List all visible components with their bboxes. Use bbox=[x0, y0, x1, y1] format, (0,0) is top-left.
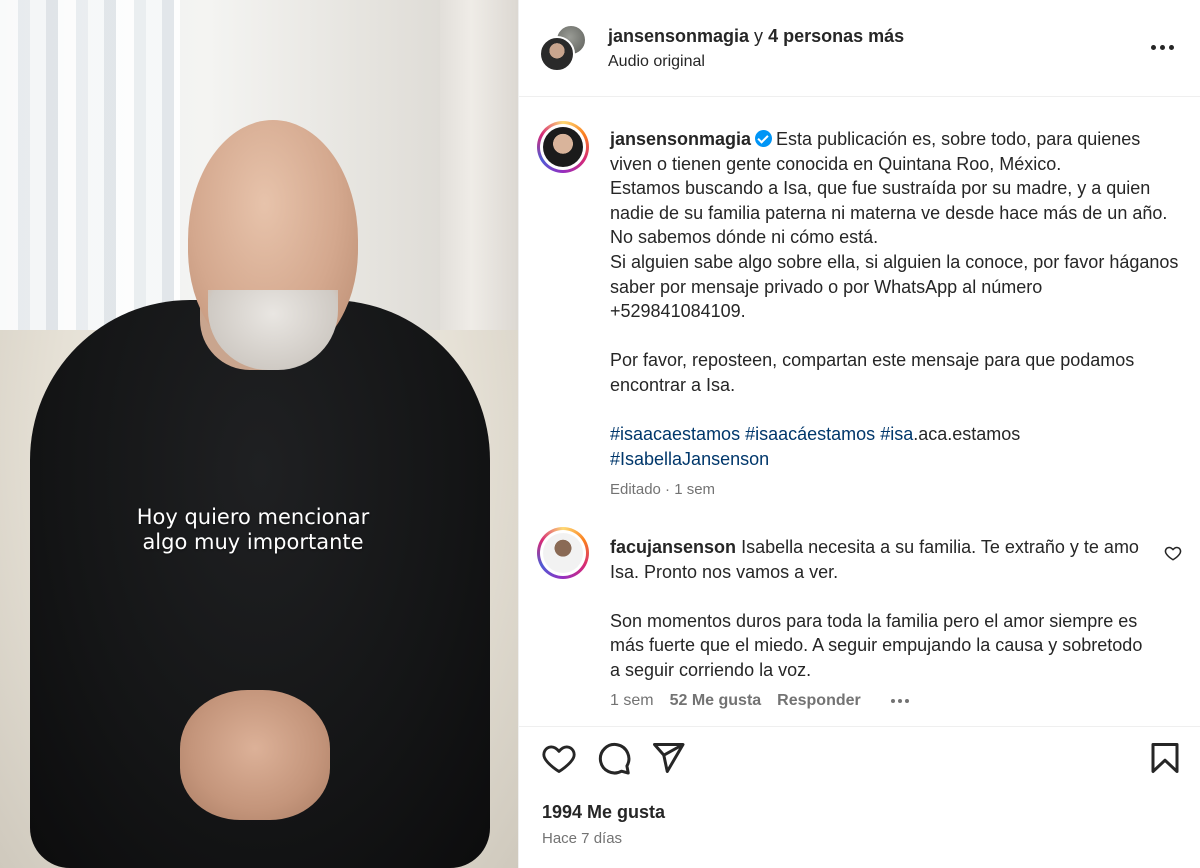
commenter-username-link[interactable]: facujansenson bbox=[610, 537, 736, 557]
post-meta: Editado · 1 sem bbox=[610, 481, 716, 498]
hashtag-link[interactable]: #IsabellaJansenson bbox=[610, 449, 769, 469]
post-text: Esta publicación es, sobre todo, para qu… bbox=[610, 129, 1179, 395]
bookmark-icon[interactable] bbox=[1147, 740, 1183, 776]
action-bar bbox=[519, 740, 1200, 786]
actions-divider bbox=[519, 726, 1200, 727]
comment-time: 1 sem bbox=[610, 692, 654, 709]
collab-avatars[interactable] bbox=[539, 24, 587, 72]
comment-likes-link[interactable]: 52 Me gusta bbox=[670, 692, 762, 710]
comment-text: Isabella necesita a su familia. Te extra… bbox=[610, 537, 1143, 680]
post-video[interactable]: Hoy quiero mencionar algo muy importante bbox=[0, 0, 518, 868]
hashtags: #isaacaestamos #isaacáestamos #isa.aca.e… bbox=[610, 422, 1182, 471]
heart-icon[interactable] bbox=[541, 740, 577, 776]
comment-like-heart-icon[interactable] bbox=[1164, 544, 1182, 562]
video-caption: Hoy quiero mencionar algo muy importante bbox=[0, 505, 506, 555]
comment-actions: 1 sem 52 Me gusta Responder bbox=[610, 692, 909, 710]
header-username-link[interactable]: jansensonmagia bbox=[608, 26, 749, 46]
comment: facujansenson Isabella necesita a su fam… bbox=[610, 535, 1150, 683]
verified-badge-icon bbox=[755, 130, 773, 147]
like-count[interactable]: 1994 Me gusta bbox=[542, 802, 665, 823]
header-others-link[interactable]: 4 personas más bbox=[768, 26, 904, 46]
share-icon[interactable] bbox=[650, 740, 686, 776]
post-caption: jansensonmagia Esta publicación es, sobre… bbox=[610, 127, 1182, 471]
hashtag-link[interactable]: #isa bbox=[880, 424, 913, 444]
video-caption-line-2: algo muy importante bbox=[142, 530, 364, 554]
header-divider bbox=[519, 96, 1200, 97]
audio-link[interactable]: Audio original bbox=[608, 52, 705, 72]
comment-icon[interactable] bbox=[596, 740, 632, 776]
more-options-icon[interactable] bbox=[1149, 34, 1175, 60]
hashtag-link[interactable]: #isaacaestamos bbox=[610, 424, 740, 444]
collab-avatar-primary bbox=[539, 36, 575, 72]
comment-more-icon[interactable] bbox=[890, 699, 909, 703]
comment-reply-button[interactable]: Responder bbox=[777, 692, 861, 710]
post-panel: jansensonmagia y 4 personas más Audio or… bbox=[518, 0, 1200, 868]
header-connector: y bbox=[749, 26, 769, 46]
clasped-hands bbox=[180, 690, 330, 820]
commenter-avatar[interactable] bbox=[537, 527, 589, 579]
post-date: Hace 7 días bbox=[542, 830, 623, 847]
post-header: jansensonmagia y 4 personas más Audio or… bbox=[519, 0, 1200, 96]
hashtag-suffix: .aca.estamos bbox=[913, 424, 1021, 445]
header-authors: jansensonmagia y 4 personas más bbox=[608, 25, 904, 47]
post-username-link[interactable]: jansensonmagia bbox=[610, 129, 751, 149]
video-caption-line-1: Hoy quiero mencionar bbox=[136, 505, 370, 529]
author-avatar[interactable] bbox=[537, 121, 589, 173]
hashtag-link[interactable]: #isaacáestamos bbox=[745, 424, 875, 444]
